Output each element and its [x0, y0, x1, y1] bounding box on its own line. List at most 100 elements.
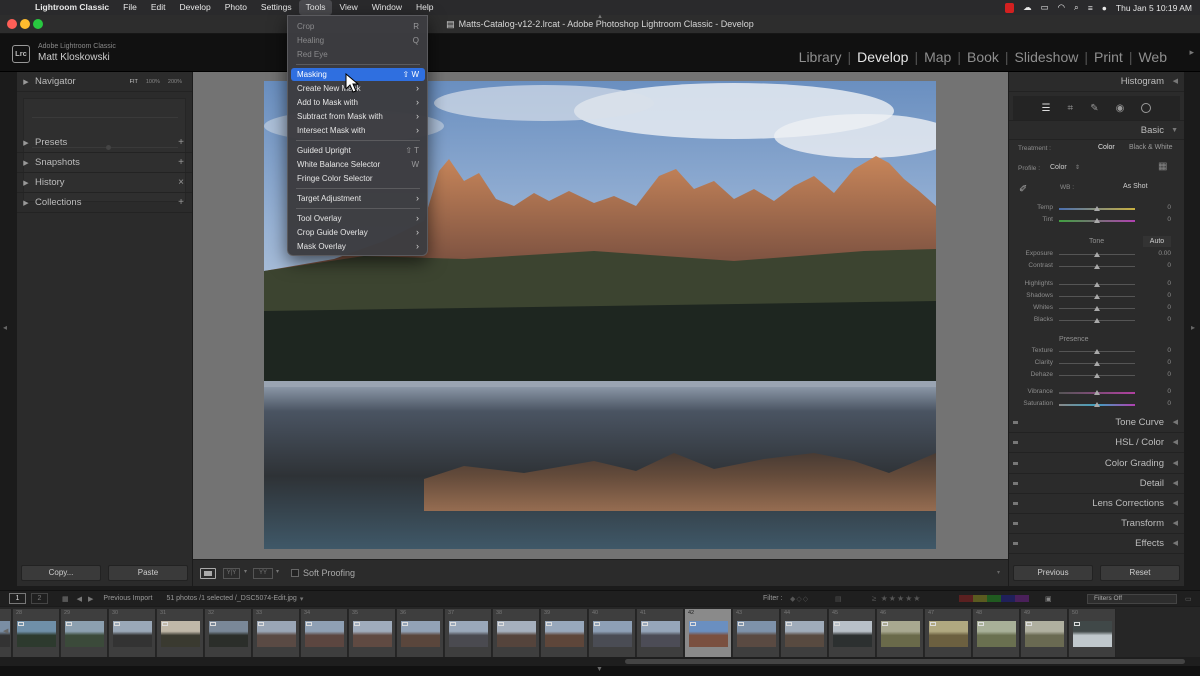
masking-icon[interactable]	[1141, 103, 1152, 113]
filmstrip-thumbnail[interactable]: 33	[253, 609, 300, 659]
menu-view[interactable]: View	[332, 0, 364, 15]
detail-header[interactable]: Detail ◀	[1009, 474, 1184, 494]
snapshots-header[interactable]: ▶ Snapshots +	[17, 153, 192, 173]
treatment-bw-button[interactable]: Black & White	[1129, 144, 1173, 151]
right-panel-toggle-icon[interactable]: ▸	[1191, 323, 1195, 332]
menu-item-red-eye[interactable]: Red Eye	[291, 48, 425, 61]
reset-button[interactable]: Reset	[1100, 565, 1180, 581]
edit-sliders-icon[interactable]: ☰	[1042, 103, 1051, 114]
highlights-slider-thumb[interactable]	[1094, 282, 1100, 287]
filmstrip-thumbnail[interactable]: 48	[973, 609, 1020, 659]
filmstrip-thumbnail[interactable]: 41	[637, 609, 684, 659]
menu-tools[interactable]: Tools	[298, 0, 333, 15]
texture-slider-value[interactable]: 0	[1147, 347, 1171, 354]
wb-eyedropper-icon[interactable]: ✐	[1019, 184, 1027, 195]
menu-item-target-adjustment[interactable]: Target Adjustment ›	[291, 192, 425, 205]
panel-switch-icon[interactable]	[1013, 522, 1018, 525]
filmstrip-thumbnail[interactable]: 30	[109, 609, 156, 659]
filmstrip-info-dropdown-icon[interactable]: ▾	[300, 595, 304, 603]
panel-switch-icon[interactable]	[1013, 421, 1018, 424]
module-print[interactable]: Print	[1089, 49, 1128, 65]
menu-app[interactable]: Lightroom Classic	[28, 0, 116, 15]
filter-lock-icon[interactable]: ▣	[1045, 595, 1052, 603]
panel-switch-icon[interactable]	[1013, 462, 1018, 465]
add-snapshot-button[interactable]: +	[178, 157, 184, 168]
red-eye-icon[interactable]: ◉	[1116, 103, 1125, 114]
panel-switch-icon[interactable]	[1013, 542, 1018, 545]
record-icon[interactable]	[1005, 2, 1015, 13]
filmstrip-scroll-left-icon[interactable]: ◀	[3, 627, 8, 635]
module-web[interactable]: Web	[1133, 49, 1172, 65]
profile-browser-icon[interactable]: ▦	[1158, 161, 1167, 172]
effects-header[interactable]: Effects ◀	[1009, 534, 1184, 554]
clear-history-button[interactable]: ×	[178, 177, 184, 188]
siri-icon[interactable]: ●	[1102, 3, 1107, 13]
menu-settings[interactable]: Settings	[254, 0, 299, 15]
menu-item-mask-overlay[interactable]: Mask Overlay ›	[291, 240, 425, 253]
menu-item-subtract-from-mask[interactable]: Subtract from Mask with ›	[291, 110, 425, 123]
module-develop[interactable]: Develop	[852, 49, 913, 65]
vibrance-slider-thumb[interactable]	[1094, 390, 1100, 395]
whites-slider-value[interactable]: 0	[1147, 304, 1171, 311]
filmstrip-thumbnail[interactable]: 38	[493, 609, 540, 659]
search-icon[interactable]: ⌕	[1074, 2, 1079, 13]
flag-filter-icons[interactable]: ◆◇◇	[790, 595, 809, 603]
filmstrip-thumbnail[interactable]: 40	[589, 609, 636, 659]
filmstrip-thumbnail[interactable]: 37	[445, 609, 492, 659]
filmstrip-thumbnail[interactable]: 45	[829, 609, 876, 659]
panel-switch-icon[interactable]	[1013, 441, 1018, 444]
menu-item-crop-guide-overlay[interactable]: Crop Guide Overlay ›	[291, 226, 425, 239]
color-grading-header[interactable]: Color Grading ◀	[1009, 454, 1184, 474]
loupe-view-button[interactable]	[200, 568, 216, 579]
filmstrip-thumbnail[interactable]: 35	[349, 609, 396, 659]
menu-item-healing[interactable]: Healing Q	[291, 34, 425, 47]
menu-item-add-to-mask[interactable]: Add to Mask with ›	[291, 96, 425, 109]
exposure-slider-value[interactable]: 0.00	[1147, 250, 1171, 257]
tint-slider-thumb[interactable]	[1094, 218, 1100, 223]
menu-help[interactable]: Help	[409, 0, 440, 15]
filmstrip-thumbnail[interactable]: 28	[13, 609, 60, 659]
saturation-slider-value[interactable]: 0	[1147, 400, 1171, 407]
filmstrip-thumbnail[interactable]: 43	[733, 609, 780, 659]
back-arrow-icon[interactable]: ◀	[77, 595, 82, 603]
menu-item-white-balance-selector[interactable]: White Balance Selector W	[291, 158, 425, 171]
module-slideshow[interactable]: Slideshow	[1010, 49, 1084, 65]
menu-develop[interactable]: Develop	[173, 0, 218, 15]
filmstrip-thumbnail[interactable]: 34	[301, 609, 348, 659]
control-center-icon[interactable]: ≡	[1088, 3, 1093, 13]
vibrance-slider-value[interactable]: 0	[1147, 388, 1171, 395]
menu-edit[interactable]: Edit	[144, 0, 173, 15]
healing-icon[interactable]: ✎	[1090, 103, 1098, 114]
second-screen-button[interactable]: 2	[31, 593, 48, 604]
swap-before-after-button[interactable]: YY	[253, 568, 273, 579]
left-panel-toggle-icon[interactable]: ◂	[3, 323, 7, 332]
navigator-header[interactable]: ▶ Navigator FIT 100% 200%	[17, 72, 192, 92]
blacks-slider-value[interactable]: 0	[1147, 316, 1171, 323]
menu-window[interactable]: Window	[365, 0, 409, 15]
menu-clock[interactable]: Thu Jan 5 10:19 AM	[1116, 3, 1192, 13]
clarity-slider-thumb[interactable]	[1094, 361, 1100, 366]
filmstrip-thumbnail[interactable]: 29	[61, 609, 108, 659]
menu-item-crop[interactable]: Crop R	[291, 20, 425, 33]
saturation-slider-thumb[interactable]	[1094, 402, 1100, 407]
filmstrip-thumbnail[interactable]: 32	[205, 609, 252, 659]
copy-settings-button[interactable]: Copy...	[21, 565, 101, 581]
auto-tone-button[interactable]: Auto	[1143, 236, 1171, 247]
lens-corrections-header[interactable]: Lens Corrections ◀	[1009, 494, 1184, 514]
filmstrip-thumbnail[interactable]: 42	[685, 609, 732, 659]
battery-icon[interactable]: ▭	[1041, 2, 1049, 13]
texture-slider-thumb[interactable]	[1094, 349, 1100, 354]
top-panel-toggle-icon[interactable]: ▲	[597, 14, 603, 20]
filmstrip-thumbnail[interactable]: 47	[925, 609, 972, 659]
highlights-slider-value[interactable]: 0	[1147, 280, 1171, 287]
menu-item-guided-upright[interactable]: Guided Upright ⇧ T	[291, 144, 425, 157]
module-map[interactable]: Map	[919, 49, 956, 65]
shadows-slider-thumb[interactable]	[1094, 294, 1100, 299]
clarity-slider-value[interactable]: 0	[1147, 359, 1171, 366]
contrast-slider-value[interactable]: 0	[1147, 262, 1171, 269]
forward-arrow-icon[interactable]: ▶	[88, 595, 93, 603]
filmstrip-source[interactable]: Previous Import	[103, 595, 152, 602]
zoom-200[interactable]: 200%	[168, 79, 182, 85]
exposure-slider-thumb[interactable]	[1094, 252, 1100, 257]
filmstrip-thumbnail[interactable]: 46	[877, 609, 924, 659]
